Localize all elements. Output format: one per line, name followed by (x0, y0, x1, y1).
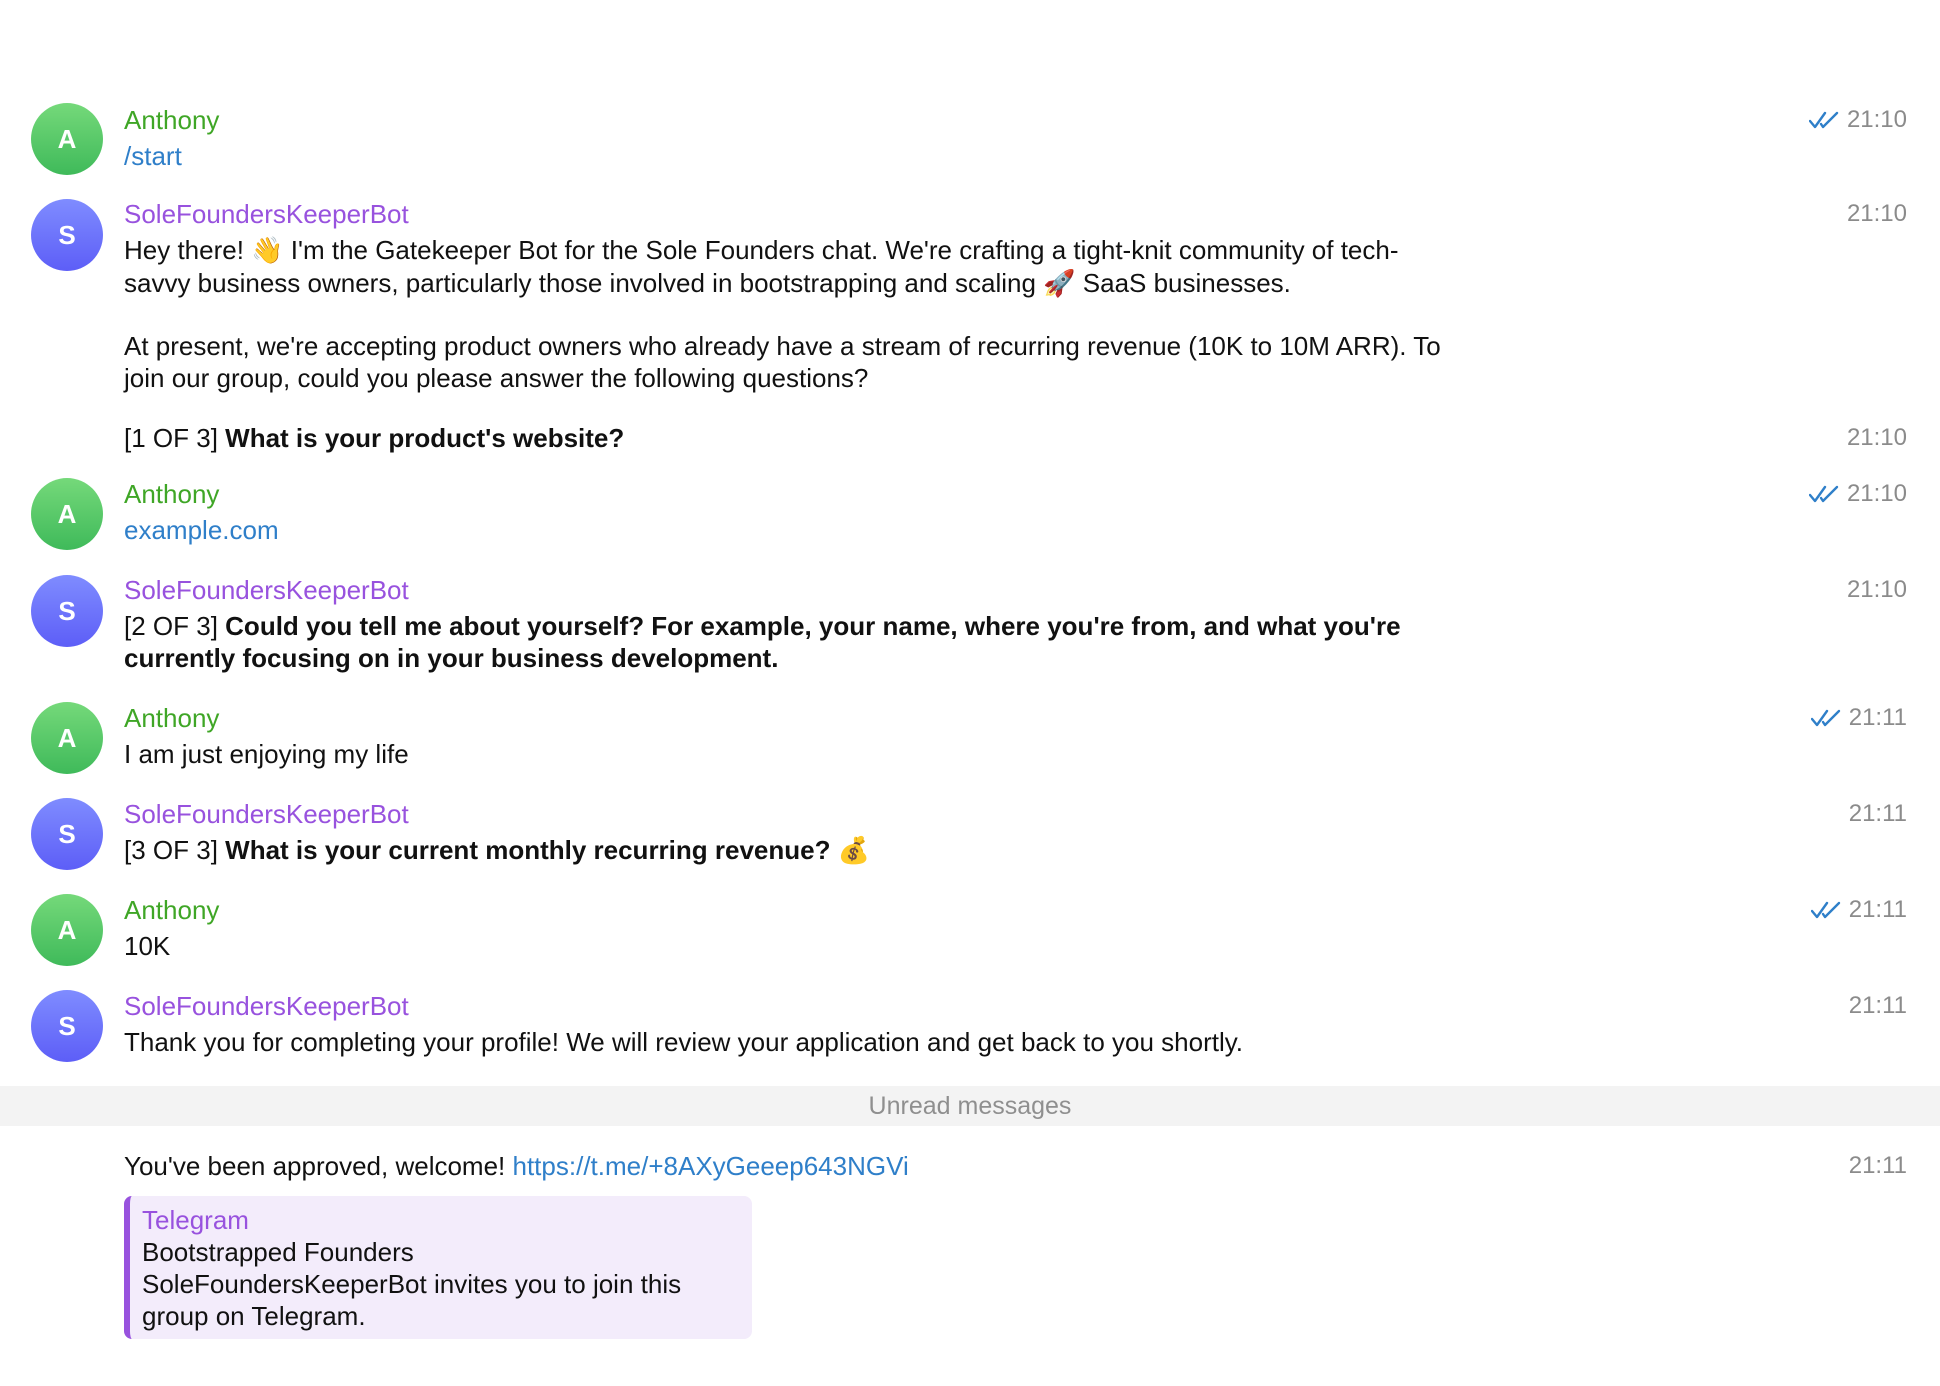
message-bot-thanks[interactable]: S SoleFoundersKeeperBot Thank you for co… (0, 990, 1940, 1070)
message-anthony-website[interactable]: A Anthony example.com 21:10 (0, 478, 1940, 568)
time-label: 21:11 (1848, 800, 1907, 827)
unread-label: Unread messages (868, 1091, 1072, 1120)
question-time: 21:10 (1847, 422, 1907, 454)
avatar-letter: A (57, 722, 77, 753)
sender-name[interactable]: Anthony (124, 702, 219, 734)
preview-description: SoleFoundersKeeperBot invites you to joi… (142, 1269, 682, 1331)
rocket-emoji: 🚀 (1043, 269, 1076, 299)
avatar[interactable]: A (31, 702, 103, 774)
double-check-icon (1810, 709, 1840, 727)
intro-text-1: Hey there! (124, 235, 252, 265)
command-link[interactable]: /start (124, 141, 182, 171)
sender-name[interactable]: SoleFoundersKeeperBot (124, 798, 409, 830)
avatar[interactable]: A (31, 478, 103, 550)
sender-name[interactable]: Anthony (124, 894, 219, 926)
double-check-icon (1810, 901, 1840, 919)
question-text: [2 OF 3] Could you tell me about yoursel… (124, 610, 1464, 674)
money-bag-emoji: 💰 (837, 836, 871, 866)
time-label: 21:11 (1848, 992, 1907, 1019)
avatar[interactable]: S (31, 199, 103, 271)
message-anthony-revenue[interactable]: A Anthony 10K 21:11 (0, 894, 1940, 974)
message-anthony-start[interactable]: A Anthony /start 21:10 (0, 90, 1940, 190)
invite-link[interactable]: https://t.me/+8AXyGeeep643NGVi (513, 1151, 909, 1181)
message-text: I am just enjoying my life (124, 739, 409, 769)
message-bot-question-2[interactable]: S SoleFoundersKeeperBot [2 OF 3] Could y… (0, 574, 1940, 684)
sender-name[interactable]: Anthony (124, 478, 219, 510)
question-text: [3 OF 3] What is your current monthly re… (124, 834, 1444, 867)
time-label: 21:11 (1848, 896, 1907, 923)
question-prefix: [2 OF 3] (124, 611, 226, 641)
avatar-letter: S (58, 1010, 76, 1041)
message-text: /start (124, 140, 1444, 172)
avatar[interactable]: S (31, 798, 103, 870)
preview-title: Bootstrapped Founders (142, 1237, 414, 1267)
message-text: example.com (124, 514, 1444, 546)
intro-text-3: SaaS businesses. (1075, 268, 1291, 298)
sender-name[interactable]: SoleFoundersKeeperBot (124, 574, 409, 606)
time-label: 21:10 (1846, 480, 1907, 507)
message-anthony-about[interactable]: A Anthony I am just enjoying my life 21:… (0, 702, 1940, 782)
avatar-letter: A (57, 123, 77, 154)
message-text: You've been approved, welcome! https://t… (124, 1150, 1444, 1182)
message-text: 10K (124, 931, 171, 961)
message-text: Hey there! 👋 I'm the Gatekeeper Bot for … (124, 234, 1444, 300)
time-label: 21:10 (1846, 106, 1907, 133)
time-label: 21:11 (1848, 704, 1907, 731)
sender-name[interactable]: SoleFoundersKeeperBot (124, 198, 409, 230)
website-link[interactable]: example.com (124, 515, 279, 545)
question-body: What is your current monthly recurring r… (225, 835, 831, 865)
message-time: 21:10 (1847, 574, 1907, 606)
avatar[interactable]: A (31, 103, 103, 175)
message-time: 21:10 (1808, 104, 1907, 136)
avatar-letter: S (58, 818, 76, 849)
avatar-letter: S (58, 595, 76, 626)
avatar[interactable]: S (31, 575, 103, 647)
question-body: What is your product's website? (225, 423, 625, 453)
message-time: 21:11 (1810, 894, 1907, 926)
preview-site-name: Telegram (142, 1205, 249, 1235)
avatar[interactable]: A (31, 894, 103, 966)
sender-name[interactable]: SoleFoundersKeeperBot (124, 990, 409, 1022)
message-time: 21:10 (1847, 198, 1907, 230)
message-time: 21:11 (1810, 702, 1907, 734)
avatar[interactable]: S (31, 990, 103, 1062)
avatar-letter: A (57, 914, 77, 945)
message-paragraph: At present, we're accepting product owne… (124, 331, 1441, 393)
approval-text: You've been approved, welcome! (124, 1151, 513, 1181)
message-time: 21:11 (1849, 1150, 1907, 1182)
message-time: 21:11 (1849, 990, 1907, 1022)
question-text: [1 OF 3] What is your product's website? (124, 422, 1444, 454)
time-label: 21:10 (1846, 576, 1907, 603)
question-body: Could you tell me about yourself? For ex… (124, 611, 1401, 673)
message-bot-question-3[interactable]: S SoleFoundersKeeperBot [3 OF 3] What is… (0, 798, 1940, 878)
waving-hand-emoji: 👋 (251, 236, 284, 266)
unread-messages-divider: Unread messages (0, 1086, 1940, 1126)
avatar-letter: A (57, 498, 77, 529)
message-time: 21:11 (1849, 798, 1907, 830)
message-text: Thank you for completing your profile! W… (124, 1027, 1244, 1057)
sender-name[interactable]: Anthony (124, 104, 219, 136)
time-label: 21:10 (1846, 200, 1907, 227)
avatar-letter: S (58, 219, 76, 250)
question-prefix: [1 OF 3] (124, 423, 226, 453)
message-bot-intro[interactable]: S SoleFoundersKeeperBot Hey there! 👋 I'm… (0, 196, 1940, 456)
double-check-icon (1808, 111, 1839, 129)
time-label: 21:11 (1848, 1152, 1907, 1179)
chat-history: A Anthony /start 21:10 S SoleFoundersKee… (0, 0, 1940, 1386)
question-prefix: [3 OF 3] (124, 835, 226, 865)
link-preview-card[interactable]: Telegram Bootstrapped Founders SoleFound… (124, 1196, 752, 1339)
double-check-icon (1808, 485, 1839, 503)
time-label: 21:10 (1846, 424, 1907, 451)
message-time: 21:10 (1808, 478, 1907, 510)
